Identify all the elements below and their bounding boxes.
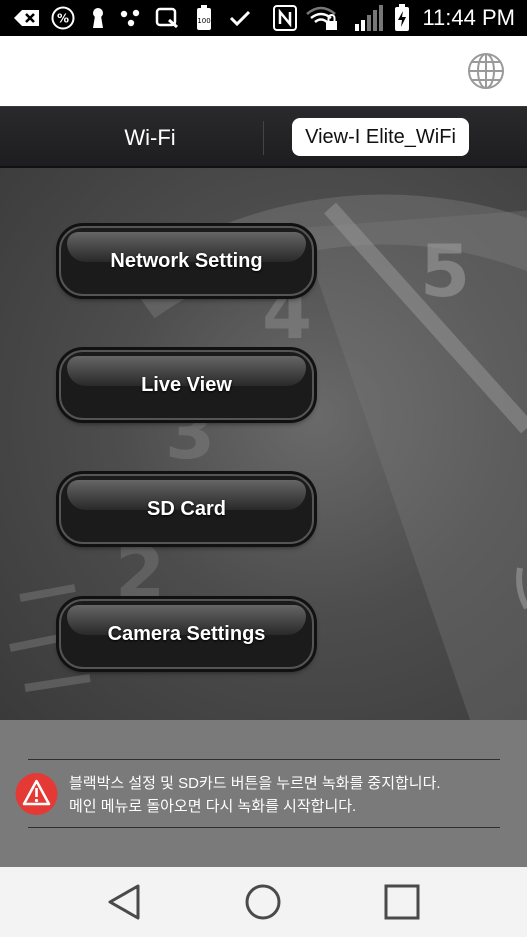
home-circle-icon[interactable] [240, 879, 286, 925]
sd-card-button[interactable]: SD Card [59, 474, 314, 544]
live-view-label: Live View [141, 373, 232, 396]
share-icon [118, 0, 144, 36]
notice-text: 블랙박스 설정 및 SD카드 버튼을 누르면 녹화를 중지합니다. 메인 메뉴로… [69, 772, 509, 818]
live-view-button[interactable]: Live View [59, 350, 314, 420]
status-bar: % 100 11:44 PM [0, 0, 527, 36]
notice-divider-bottom [28, 827, 500, 828]
recents-square-icon[interactable] [379, 879, 425, 925]
notice-divider-top [28, 759, 500, 760]
app-bar [0, 36, 527, 106]
camera-settings-label: Camera Settings [107, 622, 266, 645]
globe-icon[interactable] [467, 52, 505, 90]
svg-text:%: % [57, 12, 69, 26]
battery-saver-icon: 100 [194, 0, 214, 36]
main-menu: 5 4 3 2 Network Setting Live View SD Car… [0, 168, 527, 720]
notice-line-2: 메인 메뉴로 돌아오면 다시 녹화를 시작합니다. [69, 798, 357, 815]
network-setting-label: Network Setting [110, 249, 263, 272]
network-setting-button[interactable]: Network Setting [59, 226, 314, 296]
battery-charging-icon [392, 0, 412, 36]
signal-icon [352, 0, 386, 36]
wifi-label: Wi-Fi [124, 125, 176, 150]
wifi-lock-icon [306, 0, 340, 36]
camera-settings-button[interactable]: Camera Settings [59, 599, 314, 669]
sd-card-label: SD Card [147, 497, 226, 520]
back-triangle-icon[interactable] [101, 879, 147, 925]
notice-line-1: 블랙박스 설정 및 SD카드 버튼을 누르면 녹화를 중지합니다. [69, 775, 441, 792]
ssid-button[interactable]: View-I Elite_WiFi [292, 118, 469, 156]
warning-icon [14, 773, 59, 815]
divider [263, 121, 264, 155]
percent-icon: % [50, 0, 76, 36]
status-time: 11:44 PM [422, 5, 515, 30]
keyhole-icon [88, 0, 108, 36]
back-icon [12, 0, 42, 36]
q-icon [154, 0, 182, 36]
navigation-bar [0, 867, 527, 937]
nfc-icon [272, 0, 298, 36]
svg-text:100: 100 [197, 17, 210, 25]
check-icon [228, 0, 252, 36]
svg-text:5: 5 [420, 229, 470, 313]
